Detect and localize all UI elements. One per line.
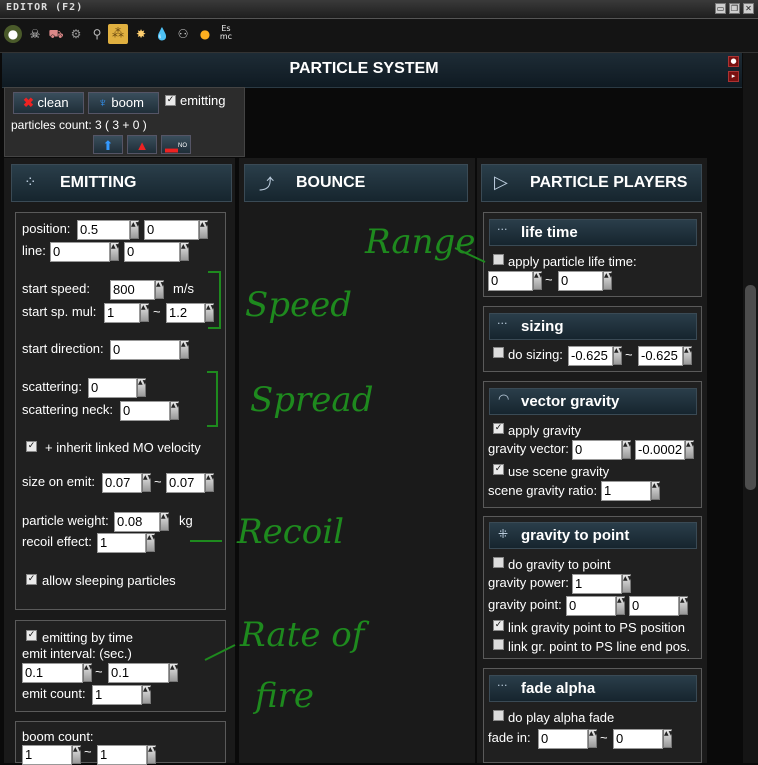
rate-annotation-2: fire <box>255 676 315 716</box>
spread-annotation: Spread <box>250 380 374 420</box>
rate-line <box>204 644 236 661</box>
rate-annotation-1: Rate of <box>240 615 365 655</box>
range-annotation: Range <box>365 222 476 262</box>
annotation-strokes <box>190 247 486 661</box>
speed-annotation: Speed <box>245 285 353 325</box>
speed-bracket <box>208 271 221 329</box>
recoil-annotation: Recoil <box>237 512 344 552</box>
spread-bracket <box>207 371 218 427</box>
